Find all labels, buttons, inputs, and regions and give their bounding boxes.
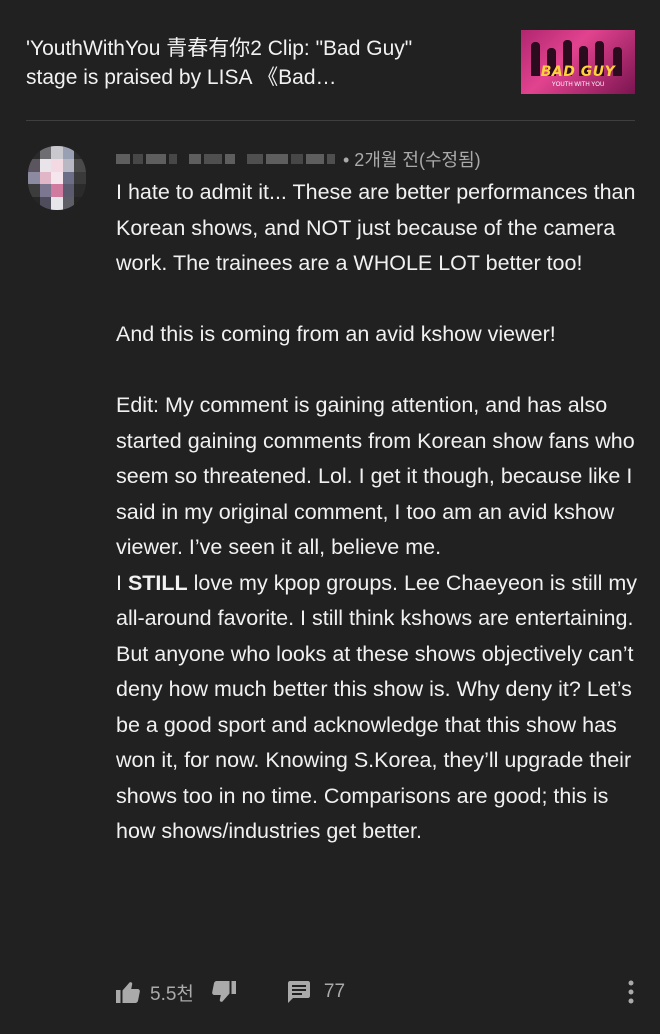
comment-meta: • 2개월 전(수정됨) [116, 146, 481, 172]
comment-paragraph: Edit: My comment is gaining attention, a… [116, 393, 635, 559]
comment-bold-text: STILL [127, 570, 188, 595]
comment-timestamp[interactable]: • 2개월 전(수정됨) [343, 146, 481, 172]
reply-button[interactable]: 77 [287, 981, 346, 1003]
comment-body: I hate to admit it... These are better p… [116, 175, 646, 850]
comment-actions: 5.5천 77 [116, 976, 646, 1008]
more-options-button[interactable] [622, 978, 640, 1006]
thumbnail-title: BAD GUY [540, 64, 616, 80]
thumbs-down-icon [212, 981, 236, 1002]
more-vertical-icon [628, 980, 634, 1004]
comment-paragraph: And this is coming from an avid kshow vi… [116, 322, 556, 346]
comment-paragraph: I hate to admit it... These are better p… [116, 180, 636, 275]
comment-paragraph: I STILL love my kpop groups. Lee Chaeyeo… [116, 566, 646, 850]
avatar[interactable] [28, 146, 86, 210]
comment-text: I [116, 570, 128, 595]
reply-count: 77 [323, 981, 346, 1002]
header-divider [26, 120, 635, 121]
thumbnail-subtitle: YOUTH WITH YOU [551, 82, 605, 88]
reply-icon [287, 981, 310, 1003]
video-title[interactable]: 'YouthWithYou 青春有你2 Clip: "Bad Guy" stag… [26, 34, 496, 92]
like-count: 5.5천 [150, 983, 194, 1005]
author-name-blurred[interactable] [116, 154, 335, 164]
dislike-button[interactable] [212, 981, 236, 1003]
comment-text: love my kpop groups. Lee Chaeyeon is sti… [116, 570, 637, 844]
video-header[interactable]: 'YouthWithYou 青春有你2 Clip: "Bad Guy" stag… [0, 0, 660, 120]
video-thumbnail[interactable]: BAD GUY YOUTH WITH YOU [521, 30, 635, 94]
like-button[interactable]: 5.5천 [116, 979, 194, 1006]
thumbs-up-icon [116, 982, 140, 1003]
